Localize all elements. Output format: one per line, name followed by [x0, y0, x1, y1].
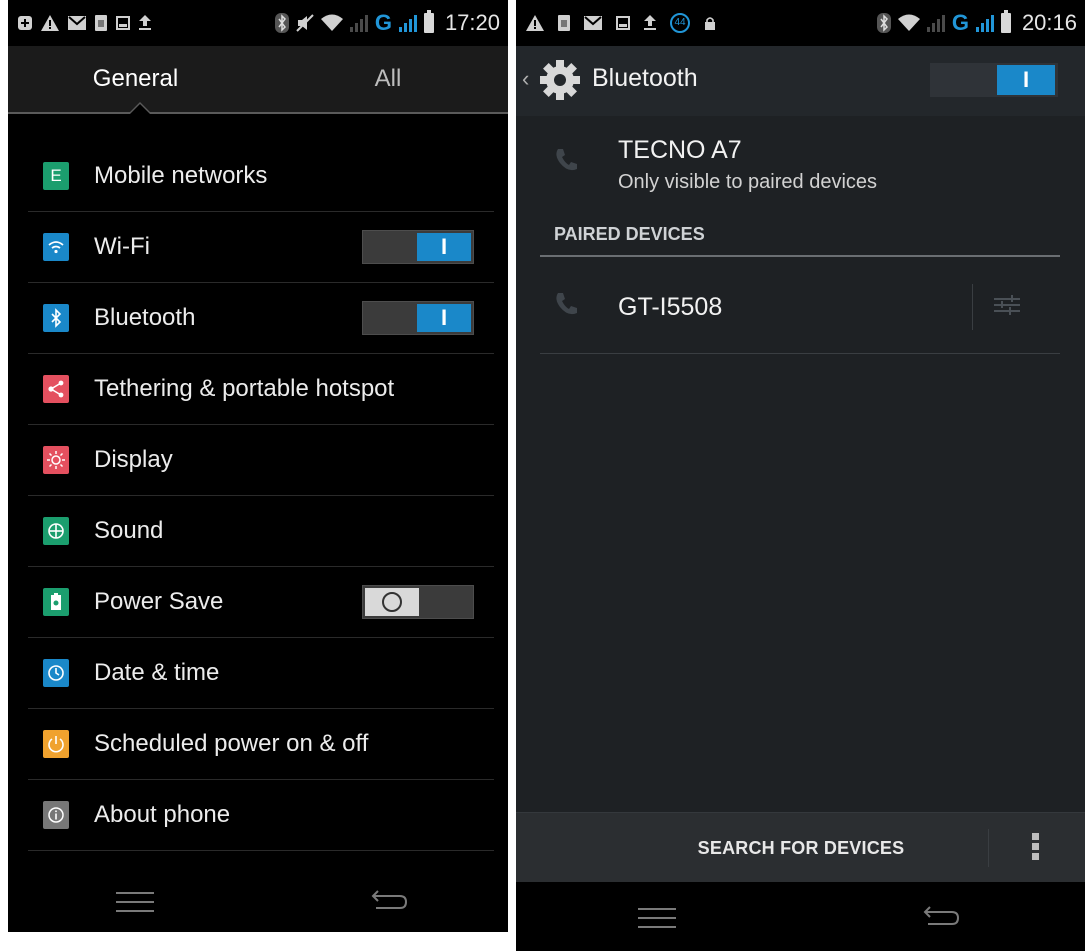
phone-icon	[552, 290, 580, 325]
status-bar: G 17:20	[8, 0, 508, 46]
bluetooth-status-icon	[274, 13, 289, 33]
bluetooth-status-icon	[876, 13, 891, 33]
power-icon	[43, 730, 69, 758]
image-icon	[116, 16, 130, 30]
battery-icon	[1000, 10, 1011, 33]
settings-tabs: General All	[8, 46, 508, 114]
settings-screen: G 17:20 General All E Mobile networks Wi…	[8, 0, 508, 932]
back-button[interactable]	[370, 890, 408, 912]
menu-button[interactable]	[116, 892, 154, 912]
signal-strength-icon-2	[975, 14, 994, 32]
settings-item-power-save[interactable]: Power Save	[28, 567, 494, 638]
settings-item-label: Tethering & portable hotspot	[94, 375, 395, 402]
upload-icon	[644, 15, 656, 31]
toggle-knob: I	[417, 233, 471, 261]
settings-item-label: Date & time	[94, 659, 220, 686]
bluetooth-master-toggle[interactable]: I	[930, 63, 1058, 97]
plus-notification-icon	[18, 16, 32, 30]
image-icon	[616, 16, 630, 30]
battery-saver-icon	[43, 588, 69, 616]
wifi-icon	[43, 233, 69, 261]
network-type: G	[374, 10, 392, 35]
navigation-bar	[516, 882, 1085, 951]
settings-item-label: Wi-Fi	[94, 233, 150, 260]
device-settings-icon[interactable]	[992, 292, 1022, 318]
row-divider-bottom	[540, 353, 1060, 354]
wifi-toggle[interactable]: I	[362, 230, 474, 264]
mobile-networks-icon: E	[43, 162, 69, 190]
bluetooth-icon	[43, 304, 69, 332]
wifi-signal-icon	[320, 14, 343, 32]
row-divider	[972, 284, 973, 330]
sim-icon	[558, 15, 570, 31]
navigation-bar	[8, 868, 508, 932]
settings-item-date-time[interactable]: Date & time	[28, 638, 494, 709]
settings-item-label: Sound	[94, 517, 164, 544]
network-type: G	[951, 10, 969, 35]
settings-item-label: About phone	[94, 801, 231, 828]
phone-icon	[552, 146, 580, 181]
settings-item-display[interactable]: Display	[28, 425, 494, 496]
toggle-knob: I	[417, 304, 471, 332]
bottom-action-bar: SEARCH FOR DEVICES	[516, 812, 1085, 883]
toggle-knob: I	[997, 65, 1055, 95]
up-caret-icon[interactable]: ‹	[522, 66, 529, 92]
settings-item-wifi[interactable]: Wi-Fi I	[28, 212, 494, 283]
overflow-menu-icon[interactable]	[1032, 833, 1040, 863]
paired-devices-header: PAIRED DEVICES	[554, 224, 705, 244]
sim-icon	[95, 15, 107, 31]
status-bar: 44 G 20:16	[516, 0, 1085, 46]
signal-strength-icon-2	[398, 14, 417, 32]
settings-item-label: Scheduled power on & off	[94, 730, 369, 757]
settings-list: E Mobile networks Wi-Fi I Bluetooth I Te…	[28, 141, 494, 851]
warning-icon	[526, 15, 544, 31]
settings-item-label: Bluetooth	[94, 304, 196, 331]
this-device-visibility[interactable]: Only visible to paired devices	[618, 171, 877, 194]
toggle-knob	[365, 588, 419, 616]
warning-icon	[41, 15, 59, 31]
notification-count-icon: 44	[670, 13, 690, 33]
page-title: Bluetooth	[592, 64, 698, 92]
status-time: 17:20	[444, 10, 500, 35]
tab-all[interactable]: All	[298, 46, 478, 112]
settings-item-about-phone[interactable]: About phone	[28, 780, 494, 851]
signal-strength-icon	[926, 14, 945, 32]
brightness-icon	[43, 446, 69, 474]
lock-icon	[704, 16, 716, 30]
section-divider	[540, 255, 1060, 257]
email-icon	[68, 16, 86, 30]
wifi-signal-icon	[897, 14, 920, 32]
settings-item-label: Power Save	[94, 588, 224, 615]
settings-item-label: Display	[94, 446, 173, 473]
mute-icon	[296, 14, 314, 32]
settings-item-sound[interactable]: Sound	[28, 496, 494, 567]
paired-device-name: GT-I5508	[618, 293, 723, 321]
upload-icon	[139, 15, 151, 31]
this-device-name: TECNO A7	[618, 136, 742, 164]
gear-icon[interactable]	[538, 58, 582, 102]
email-icon	[584, 16, 602, 30]
bottom-divider	[988, 829, 989, 867]
bluetooth-screen: 44 G 20:16 ‹ Bluetooth I TECNO A7 Only v…	[516, 0, 1085, 951]
search-for-devices-button[interactable]: SEARCH FOR DEVICES	[516, 813, 1085, 883]
paired-device-row[interactable]: GT-I5508	[540, 258, 1060, 354]
status-time: 20:16	[1021, 10, 1077, 35]
signal-strength-icon	[349, 14, 368, 32]
info-icon	[43, 801, 69, 829]
power-save-toggle[interactable]	[362, 585, 474, 619]
settings-item-label: Mobile networks	[94, 162, 268, 189]
share-icon	[43, 375, 69, 403]
settings-item-mobile-networks[interactable]: E Mobile networks	[28, 141, 494, 212]
bluetooth-toggle[interactable]: I	[362, 301, 474, 335]
clock-icon	[43, 659, 69, 687]
battery-icon	[423, 10, 434, 33]
settings-item-tethering[interactable]: Tethering & portable hotspot	[28, 354, 494, 425]
settings-item-bluetooth[interactable]: Bluetooth I	[28, 283, 494, 354]
settings-item-scheduled-power[interactable]: Scheduled power on & off	[28, 709, 494, 780]
tab-indicator	[128, 102, 152, 114]
action-bar: ‹ Bluetooth I	[516, 46, 1085, 116]
menu-button[interactable]	[638, 908, 676, 928]
back-button[interactable]	[922, 906, 960, 928]
sound-icon	[43, 517, 69, 545]
